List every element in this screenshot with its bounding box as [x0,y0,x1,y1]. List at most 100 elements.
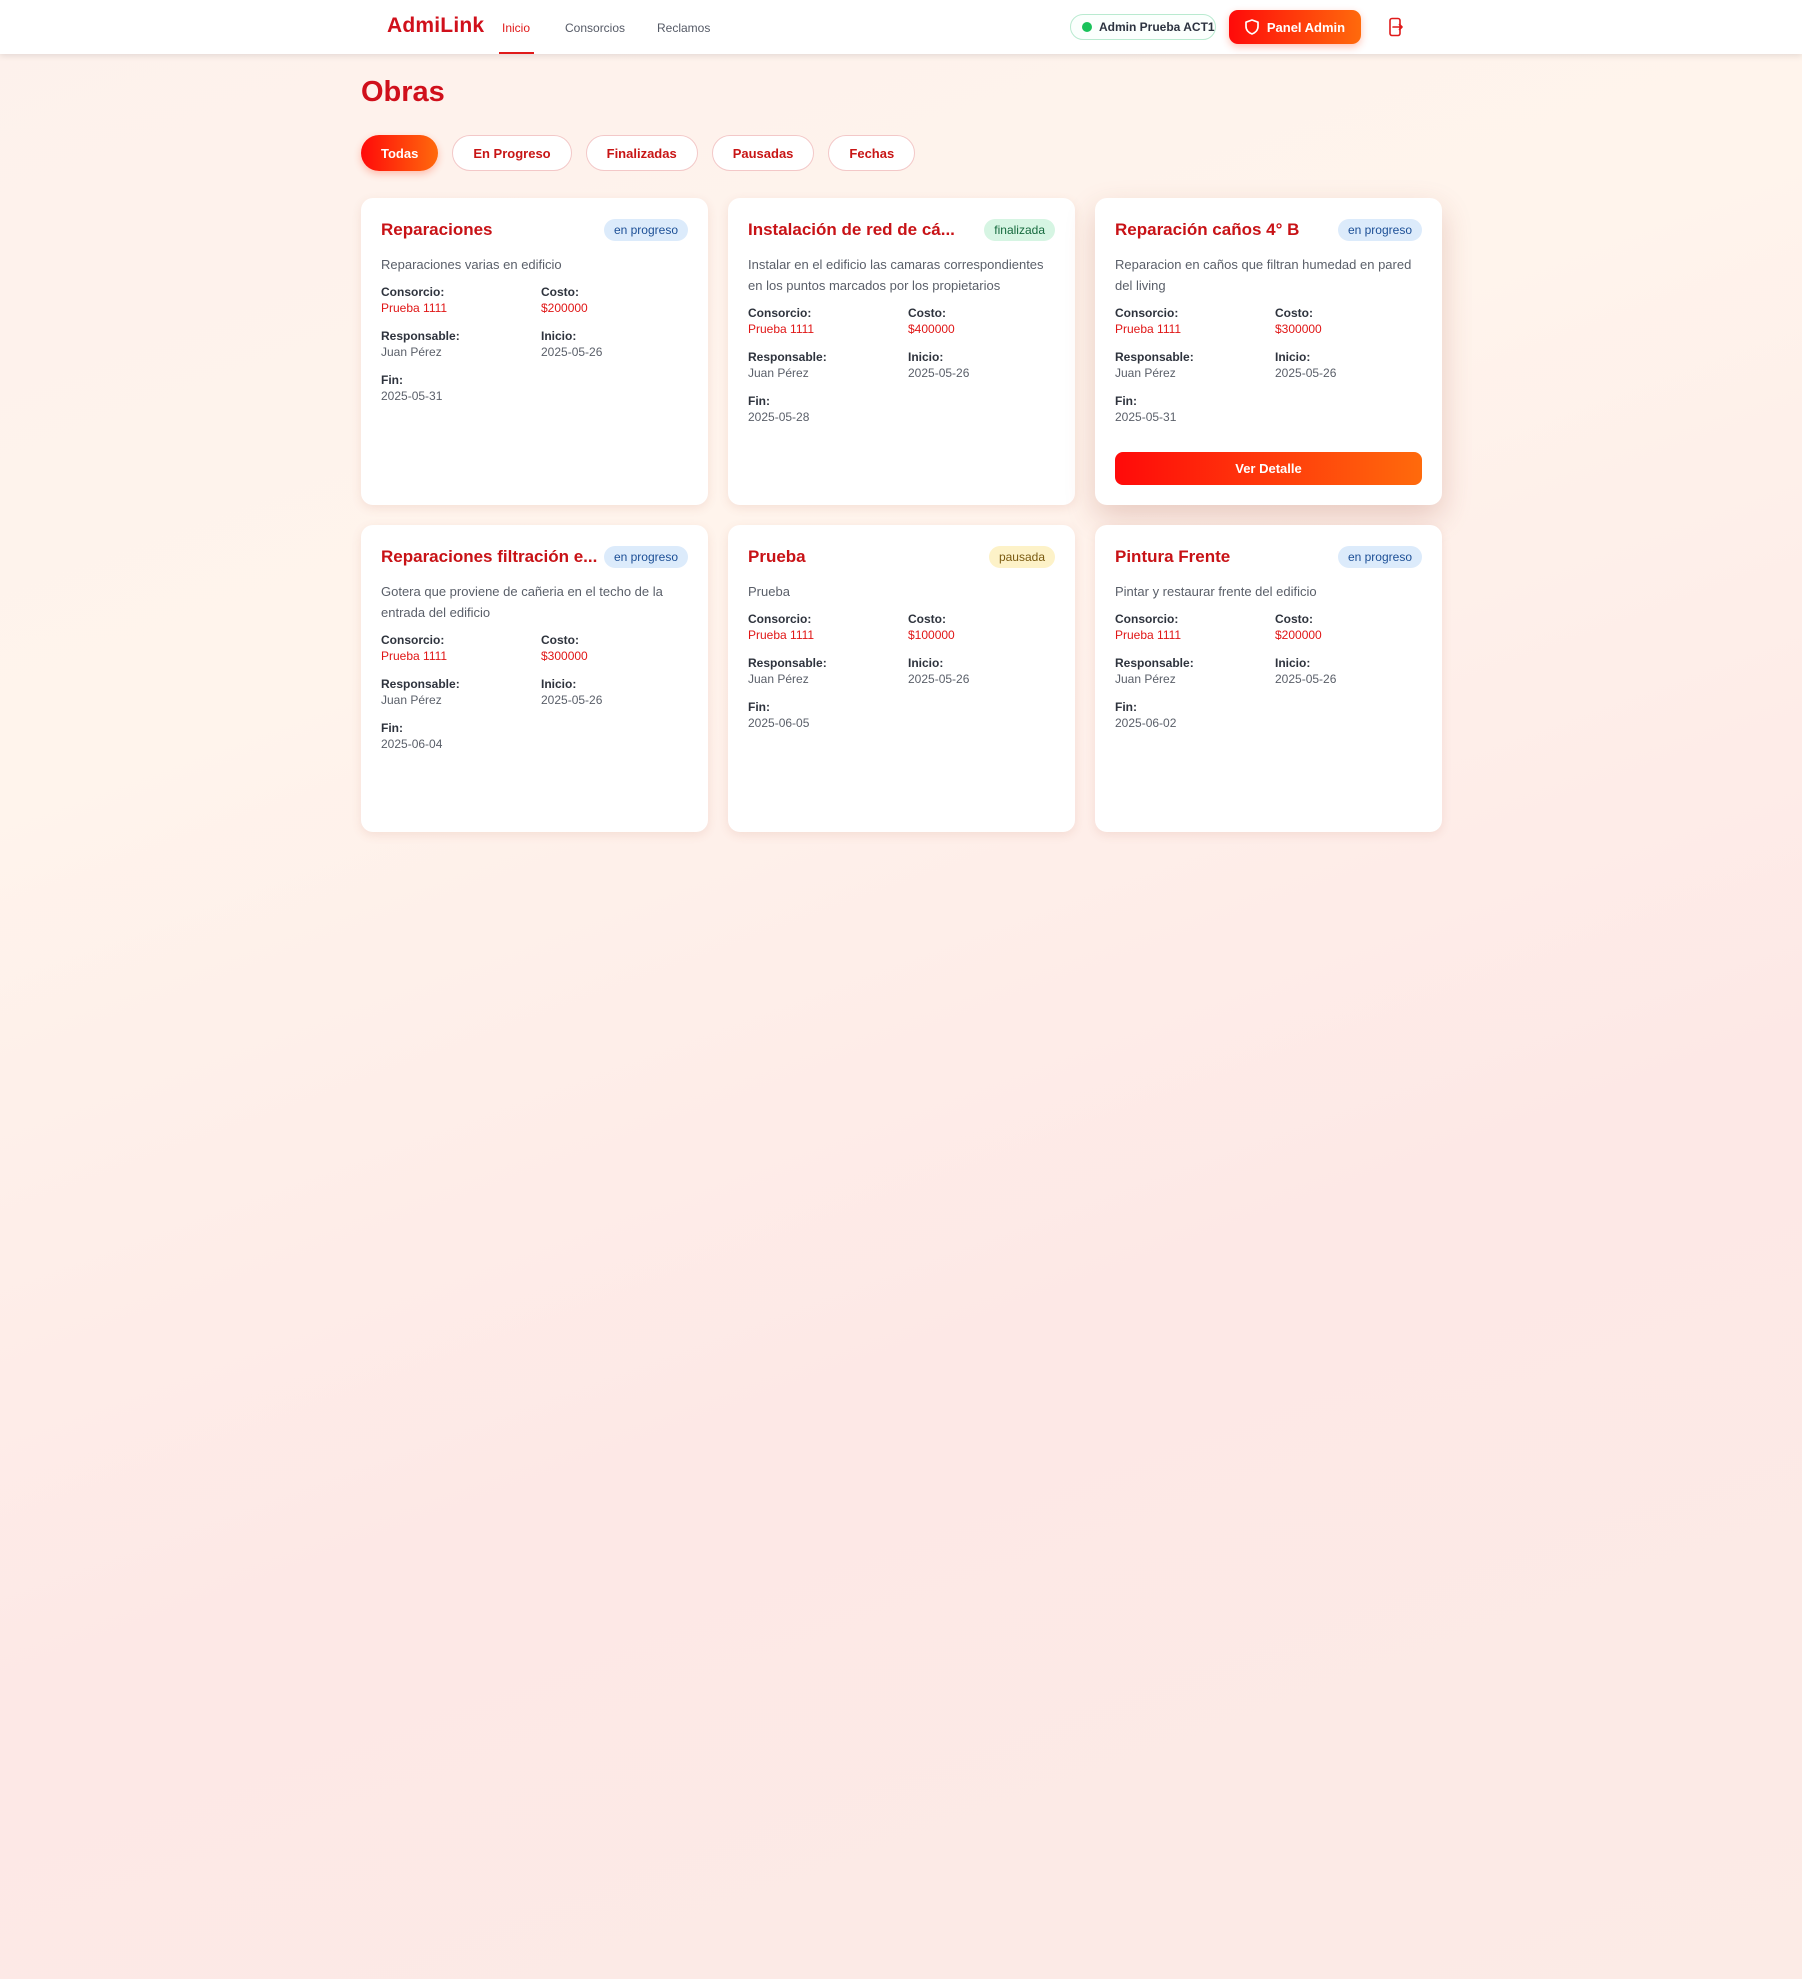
responsable-label: Responsable: [748,350,827,364]
shield-icon [1245,19,1259,35]
inicio-value: 2025-05-26 [541,693,603,707]
responsable-value: Juan Pérez [381,345,442,359]
consorcio-label: Consorcio: [381,285,445,299]
costo-label: Costo: [541,285,579,299]
obra-card[interactable]: Reparación caños 4° B en progreso Repara… [1095,198,1442,505]
user-name: Admin Prueba ACT1 [1099,20,1215,34]
status-badge: finalizada [984,219,1055,241]
consorcio-label: Consorcio: [1115,306,1179,320]
inicio-value: 2025-05-26 [541,345,603,359]
filter-bar: Todas En Progreso Finalizadas Pausadas F… [361,135,916,171]
nav-active-indicator [499,52,534,54]
obra-title: Reparación caños 4° B [1115,220,1300,239]
inicio-value: 2025-05-26 [908,672,970,686]
obra-title: Reparaciones [381,220,493,239]
costo-label: Costo: [1275,306,1313,320]
inicio-value: 2025-05-26 [908,366,970,380]
costo-value: $300000 [1275,322,1322,336]
filter-finalizadas[interactable]: Finalizadas [585,135,698,171]
inicio-label: Inicio: [541,677,577,691]
inicio-label: Inicio: [908,656,944,670]
admin-panel-label: Panel Admin [1266,19,1346,35]
consorcio-value: Prueba 1111 [748,628,815,642]
consorcio-label: Consorcio: [1115,612,1179,626]
obra-card[interactable]: Reparaciones en progreso Reparaciones va… [361,198,708,505]
top-navbar: AdmiLink Inicio Consorcios Reclamos Admi… [0,0,1802,54]
status-badge: en progreso [1337,219,1422,241]
fin-label: Fin: [381,721,403,735]
obra-description: Reparacion en caños que filtran humedad … [1115,257,1412,293]
obra-description: Gotera que proviene de cañeria en el tec… [381,584,663,620]
fin-value: 2025-06-02 [1115,716,1177,730]
costo-value: $200000 [541,301,588,315]
fin-value: 2025-05-31 [1115,410,1177,424]
obra-card[interactable]: Prueba pausada Prueba Consorcio: Prueba 1… [728,525,1075,832]
obra-card[interactable]: Instalación de red de cá... finalizada I… [728,198,1075,505]
responsable-label: Responsable: [381,329,460,343]
responsable-label: Responsable: [1115,656,1194,670]
fin-value: 2025-05-31 [381,389,443,403]
responsable-label: Responsable: [381,677,460,691]
obra-description: Prueba [748,584,790,599]
costo-label: Costo: [541,633,579,647]
filter-pausadas[interactable]: Pausadas [711,135,815,171]
status-badge: pausada [988,546,1055,568]
costo-label: Costo: [908,306,946,320]
obra-card[interactable]: Reparaciones filtración e... en progreso… [361,525,708,832]
obra-title: Pintura Frente [1115,547,1231,566]
costo-value: $300000 [541,649,588,663]
obra-description: Pintar y restaurar frente del edificio [1115,584,1317,599]
responsable-value: Juan Pérez [1115,672,1176,686]
fin-label: Fin: [1115,394,1137,408]
filter-todas[interactable]: Todas [361,135,439,171]
inicio-label: Inicio: [1275,350,1311,364]
nav-link-inicio[interactable]: Inicio [502,21,530,35]
admin-panel-button[interactable]: Panel Admin [1229,10,1361,44]
consorcio-value: Prueba 1111 [1115,322,1182,336]
responsable-value: Juan Pérez [1115,366,1176,380]
consorcio-label: Consorcio: [748,306,812,320]
responsable-value: Juan Pérez [381,693,442,707]
obras-grid: Reparaciones en progreso Reparaciones va… [361,198,1442,832]
inicio-label: Inicio: [1275,656,1311,670]
responsable-value: Juan Pérez [748,672,809,686]
consorcio-value: Prueba 1111 [1115,628,1182,642]
user-badge: Admin Prueba ACT1 [1070,14,1216,40]
status-badge: en progreso [603,219,688,241]
responsable-label: Responsable: [748,656,827,670]
fin-label: Fin: [381,373,403,387]
nav-link-reclamos[interactable]: Reclamos [657,21,710,35]
costo-label: Costo: [908,612,946,626]
inicio-value: 2025-05-26 [1275,672,1337,686]
obra-title: Prueba [748,547,806,566]
brand-logo[interactable]: AdmiLink [387,14,484,38]
obra-description: Reparaciones varias en edificio [381,257,562,272]
costo-label: Costo: [1275,612,1313,626]
costo-value: $200000 [1275,628,1322,642]
logout-icon[interactable] [1388,17,1404,37]
responsable-value: Juan Pérez [748,366,809,380]
inicio-value: 2025-05-26 [1275,366,1337,380]
obra-description: Instalar en el edificio las camaras corr… [748,257,1044,293]
responsable-label: Responsable: [1115,350,1194,364]
consorcio-value: Prueba 1111 [381,649,448,663]
nav-link-consorcios[interactable]: Consorcios [565,21,625,35]
status-badge: en progreso [1337,546,1422,568]
online-status-dot [1082,22,1092,32]
fin-value: 2025-06-04 [381,737,443,751]
status-badge: en progreso [603,546,688,568]
consorcio-label: Consorcio: [381,633,445,647]
page-title: Obras [361,76,445,108]
fin-label: Fin: [1115,700,1137,714]
fin-label: Fin: [748,700,770,714]
consorcio-label: Consorcio: [748,612,812,626]
filter-en-progreso[interactable]: En Progreso [452,135,572,171]
ver-detalle-button[interactable]: Ver Detalle [1115,452,1422,485]
fin-label: Fin: [748,394,770,408]
costo-value: $100000 [908,628,955,642]
obra-title: Instalación de red de cá... [748,220,955,239]
fin-value: 2025-06-05 [748,716,810,730]
filter-fechas[interactable]: Fechas [828,135,916,171]
obra-card[interactable]: Pintura Frente en progreso Pintar y rest… [1095,525,1442,832]
consorcio-value: Prueba 1111 [381,301,448,315]
